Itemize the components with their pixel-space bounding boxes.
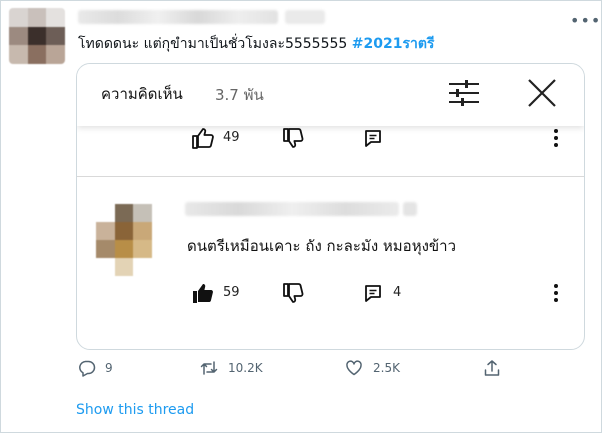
tweet-action-bar: 9 10.2K 2.5K <box>1 357 602 381</box>
reply-bubble-icon[interactable] <box>78 359 96 377</box>
comment-divider <box>77 176 584 177</box>
share-icon[interactable] <box>483 359 501 377</box>
hashtag-link[interactable]: #2021ราตรี <box>352 36 435 52</box>
more-vertical-icon[interactable] <box>551 127 561 149</box>
thumbs-down-icon[interactable] <box>281 127 305 149</box>
comment-like-count: 59 <box>223 285 240 300</box>
retweet-count: 10.2K <box>228 361 263 375</box>
more-horizontal-icon[interactable]: ••• <box>570 11 601 30</box>
previous-comment-like-count: 49 <box>223 130 240 145</box>
comments-count: 3.7 พัน <box>215 86 264 104</box>
tweet-container: ••• โทดดดนะ แต่กุขำมาเป็นชั่วโมงละ555555… <box>0 0 602 433</box>
retweet-icon[interactable] <box>200 359 218 377</box>
comments-title: ความคิดเห็น <box>101 85 183 103</box>
thumbs-up-icon[interactable] <box>191 127 215 149</box>
previous-comment-action-row: 49 <box>77 125 584 153</box>
thumbs-up-filled-icon[interactable] <box>191 282 215 304</box>
close-icon[interactable] <box>525 77 559 109</box>
author-handle-blurred <box>285 10 325 24</box>
author-name-blurred[interactable] <box>78 10 278 24</box>
commenter-name-blurred <box>185 202 399 216</box>
commenter-meta-blurred <box>403 202 417 216</box>
like-count: 2.5K <box>373 361 400 375</box>
heart-icon[interactable] <box>345 359 363 377</box>
thumbs-down-icon[interactable] <box>281 282 305 304</box>
commenter-avatar <box>96 204 152 276</box>
reply-count: 9 <box>105 361 113 375</box>
reply-icon[interactable] <box>363 128 383 148</box>
comment-text: ดนตรีเหมือนเคาะ ถัง กะละมัง หมอหุงข้าว <box>187 237 457 255</box>
author-avatar[interactable] <box>9 8 65 64</box>
tweet-body: โทดดดนะ แต่กุขำมาเป็นชั่วโมงละ5555555 <box>78 36 352 52</box>
show-thread-link[interactable]: Show this thread <box>76 402 194 418</box>
more-vertical-icon[interactable] <box>551 282 561 304</box>
comment-action-row: 59 4 <box>77 280 584 308</box>
tweet-text: โทดดดนะ แต่กุขำมาเป็นชั่วโมงละ5555555 #2… <box>78 34 434 54</box>
reply-icon[interactable] <box>363 283 383 303</box>
comments-header: ความคิดเห็น 3.7 พัน <box>77 64 584 126</box>
embedded-image-card[interactable]: ดนตรีเหมือนเคาะ ถัง กะละมัง หมอหุงข้าว 5… <box>76 63 585 350</box>
comment-reply-count: 4 <box>393 285 402 300</box>
sliders-icon[interactable] <box>447 78 481 108</box>
